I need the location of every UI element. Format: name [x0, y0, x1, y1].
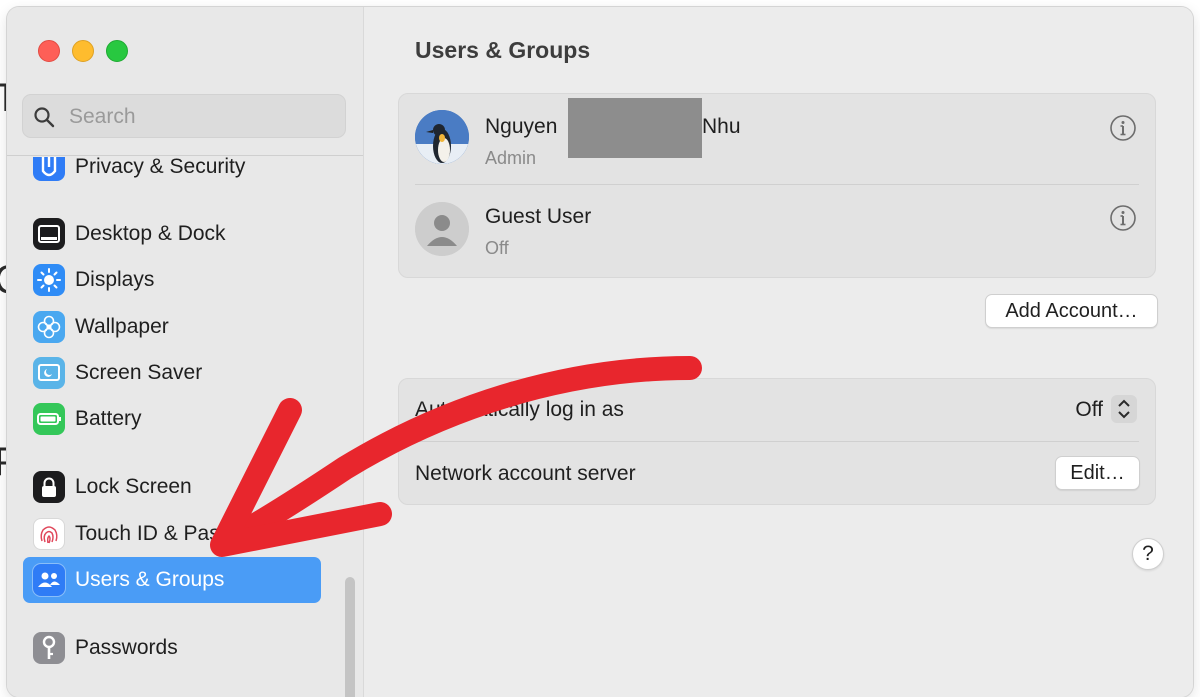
users-icon — [33, 564, 65, 596]
sun-icon — [33, 264, 65, 296]
zoom-window-button[interactable] — [106, 40, 128, 62]
sidebar-item-battery[interactable]: Battery — [23, 396, 321, 442]
info-icon[interactable] — [1109, 204, 1137, 232]
user-row-admin[interactable]: Nguyen Nhu Admin — [399, 94, 1155, 184]
search-icon — [34, 107, 55, 128]
redacted-name-block — [568, 98, 702, 158]
auto-login-stepper[interactable] — [1111, 395, 1137, 423]
sidebar-item-privacy-security[interactable]: Privacy & Security — [23, 143, 321, 189]
auto-login-value[interactable]: Off — [1075, 398, 1103, 422]
sidebar: Privacy & Security Desktop & Dock Displa… — [7, 7, 364, 697]
screen-saver-icon — [33, 357, 65, 389]
sidebar-item-label: Displays — [75, 268, 155, 291]
user-last-name: Nhu — [702, 115, 741, 138]
generic-person-avatar — [415, 202, 469, 256]
search-input[interactable] — [67, 102, 341, 132]
user-role: Admin — [485, 148, 537, 168]
fingerprint-icon — [33, 518, 65, 550]
user-name: Guest User — [485, 205, 592, 228]
search-field[interactable] — [22, 94, 346, 138]
sidebar-item-label: Battery — [75, 407, 142, 430]
sidebar-item-label: Privacy & Security — [75, 155, 246, 178]
sidebar-item-wallpaper[interactable]: Wallpaper — [23, 304, 321, 350]
sidebar-item-label: Lock Screen — [75, 475, 192, 498]
auto-login-label: Automatically log in as — [415, 398, 624, 421]
settings-window: Privacy & Security Desktop & Dock Displa… — [7, 7, 1193, 697]
sidebar-item-desktop-dock[interactable]: Desktop & Dock — [23, 211, 321, 257]
auto-login-row: Automatically log in as Off — [399, 379, 1155, 441]
login-settings-card: Automatically log in as Off Network acco… — [398, 378, 1156, 505]
info-icon[interactable] — [1109, 114, 1137, 142]
penguin-avatar — [415, 110, 469, 164]
sidebar-item-label: Desktop & Dock — [75, 222, 226, 245]
sidebar-item-touch-id-password[interactable]: Touch ID & Password — [23, 511, 321, 557]
add-account-button[interactable]: Add Account… — [985, 294, 1158, 328]
user-status: Off — [485, 238, 509, 258]
user-row-guest[interactable]: Guest User Off — [399, 184, 1155, 274]
close-window-button[interactable] — [38, 40, 60, 62]
help-button[interactable]: ? — [1132, 538, 1164, 570]
lock-icon — [33, 471, 65, 503]
main-pane: Users & Groups Nguyen Nhu Admin Guest Us… — [364, 7, 1193, 697]
sidebar-item-label: Wallpaper — [75, 315, 169, 338]
minimize-window-button[interactable] — [72, 40, 94, 62]
network-server-row: Network account server Edit… — [399, 442, 1155, 504]
user-first-name: Nguyen — [485, 115, 558, 138]
hand-icon — [33, 157, 65, 181]
sidebar-scrollbar[interactable] — [345, 577, 355, 697]
sidebar-item-screen-saver[interactable]: Screen Saver — [23, 350, 321, 396]
sidebar-item-passwords[interactable]: Passwords — [23, 625, 321, 671]
page-title: Users & Groups — [415, 37, 591, 63]
sidebar-item-label: Users & Groups — [75, 568, 225, 591]
chevron-up-down-icon — [1118, 399, 1130, 419]
sidebar-item-label: Passwords — [75, 636, 178, 659]
sidebar-item-lock-screen[interactable]: Lock Screen — [23, 464, 321, 510]
sidebar-item-label: Screen Saver — [75, 361, 203, 384]
sidebar-item-users-groups[interactable]: Users & Groups — [23, 557, 321, 603]
dock-icon — [33, 218, 65, 250]
key-icon — [33, 632, 65, 664]
flower-icon — [33, 311, 65, 343]
battery-icon — [33, 403, 65, 435]
users-list-card: Nguyen Nhu Admin Guest User Off — [398, 93, 1156, 278]
sidebar-item-displays[interactable]: Displays — [23, 257, 321, 303]
network-server-label: Network account server — [415, 462, 636, 485]
sidebar-item-label: Touch ID & Password — [75, 522, 276, 545]
edit-button[interactable]: Edit… — [1055, 456, 1140, 490]
